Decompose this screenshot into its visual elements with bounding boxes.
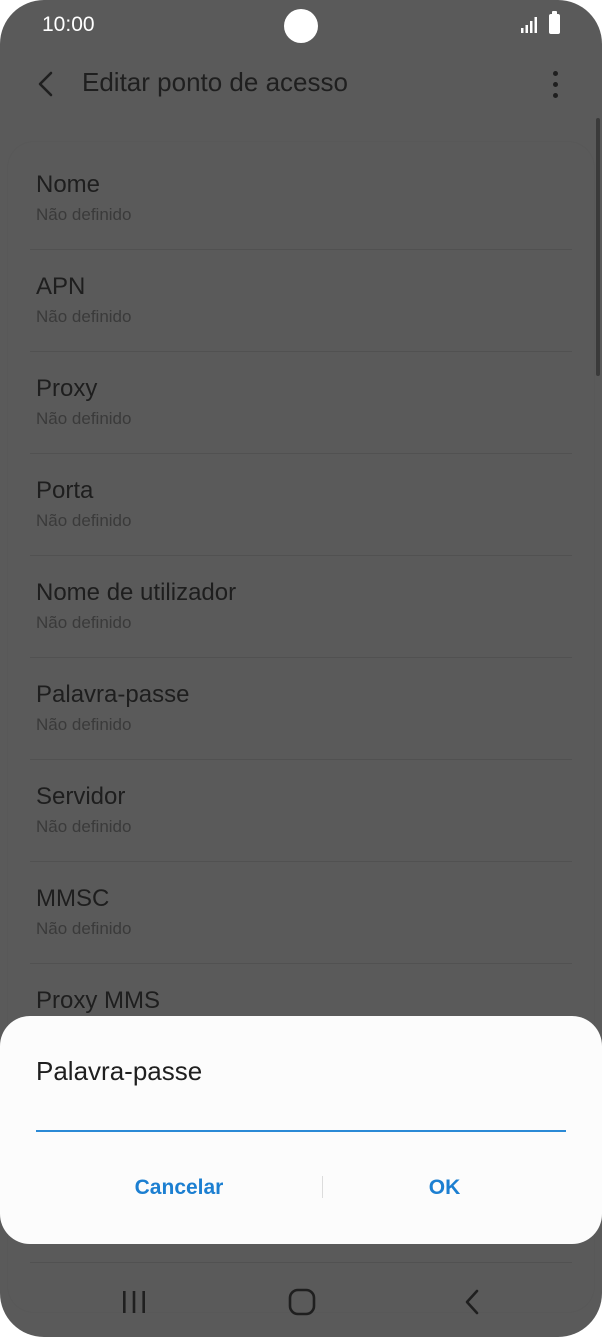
setting-item-nome-de-utilizador[interactable]: Nome de utilizador Não definido <box>30 556 572 658</box>
recents-button[interactable] <box>104 1278 164 1326</box>
status-bar: 10:00 <box>0 0 602 52</box>
setting-label: Servidor <box>36 783 126 810</box>
home-icon <box>288 1288 316 1316</box>
dialog-title: Palavra-passe <box>36 1056 203 1086</box>
page-title: Editar ponto de acesso <box>82 67 348 97</box>
home-button[interactable] <box>272 1278 332 1326</box>
app-bar: Editar ponto de acesso <box>0 52 602 122</box>
setting-value: Não definido <box>36 919 132 938</box>
navigation-bar <box>0 1268 602 1336</box>
recents-icon <box>123 1291 145 1313</box>
cancel-button[interactable]: Cancelar <box>36 1158 322 1218</box>
front-camera-cutout <box>284 9 318 43</box>
signal-icon <box>521 17 537 33</box>
setting-label: Proxy <box>36 375 98 402</box>
password-input[interactable] <box>36 1092 566 1130</box>
status-time: 10:00 <box>42 13 95 36</box>
phone-screen: 10:00 Editar ponto de acesso Nome Não de… <box>0 0 602 1337</box>
setting-value: Não definido <box>36 613 132 632</box>
setting-value: Não definido <box>36 205 132 224</box>
setting-label: Palavra-passe <box>36 681 190 708</box>
setting-item-mmsc[interactable]: MMSC Não definido <box>30 862 572 964</box>
setting-item-proxy[interactable]: Proxy Não definido <box>30 352 572 454</box>
setting-value: Não definido <box>36 715 132 734</box>
password-field[interactable] <box>36 1092 566 1132</box>
setting-value: Não definido <box>36 307 132 326</box>
setting-label: Proxy MMS <box>36 987 161 1014</box>
setting-item-nome[interactable]: Nome Não definido <box>30 148 572 250</box>
scrollbar[interactable] <box>596 118 600 376</box>
setting-item-servidor[interactable]: Servidor Não definido <box>30 760 572 862</box>
setting-value: Não definido <box>36 511 132 530</box>
setting-label: Nome <box>36 171 101 198</box>
back-button[interactable] <box>24 62 68 106</box>
nav-back-button[interactable] <box>442 1278 502 1326</box>
battery-icon <box>549 11 560 34</box>
setting-value: Não definido <box>36 409 132 428</box>
setting-label: APN <box>36 273 86 300</box>
setting-item-porta[interactable]: Porta Não definido <box>30 454 572 556</box>
setting-item-apn[interactable]: APN Não definido <box>30 250 572 352</box>
setting-label: Nome de utilizador <box>36 579 237 606</box>
field-underline <box>36 1130 566 1132</box>
nav-back-icon <box>465 1289 479 1315</box>
setting-label: MMSC <box>36 885 110 912</box>
more-options-button[interactable] <box>535 62 575 106</box>
ok-button[interactable]: OK <box>323 1158 566 1218</box>
setting-value: Não definido <box>36 817 132 836</box>
more-vertical-icon <box>552 70 558 76</box>
divider <box>30 1262 572 1263</box>
dialog-buttons: Cancelar OK <box>0 1158 602 1218</box>
setting-item-palavra-passe[interactable]: Palavra-passe Não definido <box>30 658 572 760</box>
setting-label: Porta <box>36 477 94 504</box>
chevron-left-icon <box>38 71 53 97</box>
